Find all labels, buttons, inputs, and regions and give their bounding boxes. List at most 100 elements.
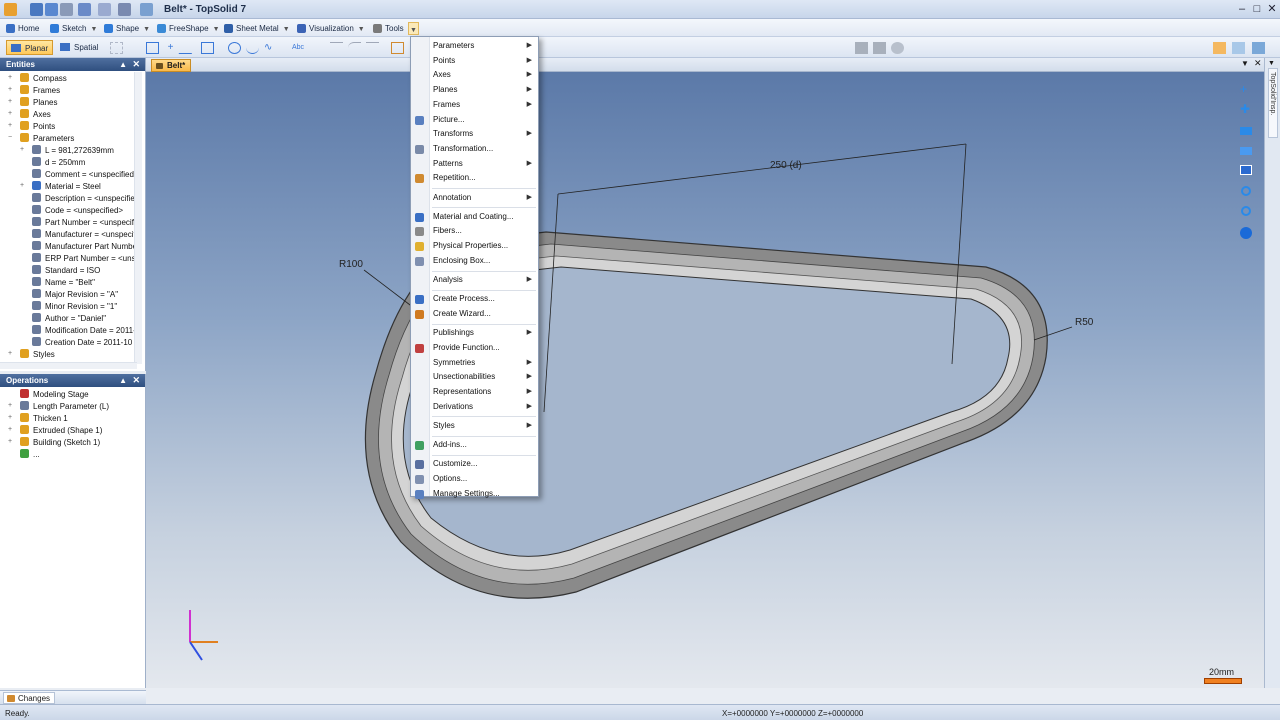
tree-expander-icon[interactable]: + <box>8 350 12 357</box>
chevron-down-icon[interactable]: ▼ <box>283 23 290 36</box>
tree-expander-icon[interactable]: + <box>8 438 12 445</box>
tree-expander-icon[interactable]: − <box>8 134 12 141</box>
tab-shape[interactable]: Shape ▼ <box>104 22 150 35</box>
circle-tool-icon[interactable] <box>228 42 241 54</box>
menu-item[interactable]: Symmetries ▶ <box>411 356 538 370</box>
entity-tree-item[interactable]: Part Number = <unspecified> <box>32 217 136 229</box>
chevron-down-icon[interactable]: ▼ <box>1268 60 1275 67</box>
grid-icon[interactable] <box>110 42 123 54</box>
tab-visualization[interactable]: Visualization ▼ <box>297 22 365 35</box>
entity-tree-item[interactable]: Styles <box>20 349 136 361</box>
close-icon[interactable]: ✕ <box>1265 2 1279 16</box>
offset-tool-icon[interactable] <box>330 42 343 54</box>
menu-item[interactable]: Physical Properties... <box>411 239 538 253</box>
close-icon[interactable]: ✕ <box>132 58 140 71</box>
mode-spatial-button[interactable]: Spatial <box>56 40 102 55</box>
print-icon[interactable] <box>60 3 73 16</box>
tree-expander-icon[interactable]: + <box>8 110 12 117</box>
operation-tree-item[interactable]: Building (Sketch 1) <box>20 437 140 449</box>
tab-home[interactable]: Home <box>6 22 39 35</box>
menu-item[interactable]: Customize... <box>411 457 538 471</box>
menu-item[interactable]: Options... <box>411 472 538 486</box>
tree-expander-icon[interactable]: + <box>8 426 12 433</box>
tab-sheet-metal[interactable]: Sheet Metal ▼ <box>224 22 290 35</box>
camera-icon[interactable] <box>855 42 868 54</box>
trim-tool-icon[interactable] <box>366 42 379 54</box>
menu-item[interactable]: Picture... <box>411 113 538 127</box>
document-tab-belt[interactable]: Belt* <box>151 59 192 72</box>
menu-item[interactable]: Transformation... <box>411 142 538 156</box>
operation-tree-item[interactable]: ... <box>20 449 140 461</box>
save-all-icon[interactable] <box>45 3 58 16</box>
menu-item[interactable]: Points ▶ <box>411 54 538 68</box>
tree-expander-icon[interactable]: + <box>8 402 12 409</box>
save-icon[interactable] <box>30 3 43 16</box>
chevron-down-icon[interactable]: ▼ <box>358 23 365 36</box>
entities-horizontal-scrollbar[interactable] <box>0 362 137 369</box>
entity-tree-item[interactable]: Manufacturer Part Number <box>32 241 136 253</box>
frame-tool-icon[interactable] <box>391 42 404 54</box>
menu-item[interactable]: Derivations ▶ <box>411 400 538 414</box>
menu-item[interactable]: Analysis ▶ <box>411 273 538 287</box>
changes-button[interactable]: Changes <box>3 692 56 704</box>
entity-tree-item[interactable]: Modification Date = 2011-10 <box>32 325 136 337</box>
redo-icon[interactable] <box>98 3 111 16</box>
entity-tree-item[interactable]: Creation Date = 2011-10 <box>32 337 136 349</box>
text-tool-icon[interactable]: Abc <box>292 42 312 54</box>
zoom-fit-icon[interactable] <box>1241 186 1251 196</box>
entity-tree-item[interactable]: Frames <box>20 85 136 97</box>
radius-label-r100[interactable]: R100 <box>339 259 363 270</box>
refresh-icon[interactable] <box>140 3 153 16</box>
pin-icon[interactable]: ▲ <box>119 374 127 387</box>
tab-tools[interactable]: Tools <box>373 22 404 35</box>
zoom-icon[interactable] <box>891 42 904 54</box>
add-view-icon[interactable]: + <box>1240 82 1247 96</box>
undo-icon[interactable] <box>78 3 91 16</box>
app-logo-icon[interactable] <box>4 3 17 16</box>
menu-item[interactable]: Add-ins... <box>411 438 538 452</box>
radius-label-r50[interactable]: R50 <box>1075 317 1093 328</box>
shading-icon[interactable] <box>1240 147 1252 155</box>
display-icon[interactable] <box>1240 127 1252 135</box>
entity-tree-item[interactable]: Compass <box>20 73 136 85</box>
minimize-icon[interactable]: – <box>1235 2 1249 16</box>
view-cube-icon[interactable] <box>1240 227 1252 239</box>
edit-icon[interactable] <box>118 3 131 16</box>
measure-icon[interactable] <box>1232 42 1245 54</box>
close-icon[interactable]: ✕ <box>132 374 140 387</box>
menu-item[interactable]: Material and Coating... <box>411 210 538 224</box>
fillet-tool-icon[interactable] <box>348 42 361 54</box>
menu-item[interactable]: Manage Settings... <box>411 487 538 501</box>
close-document-icon[interactable]: ✕ <box>1254 58 1262 69</box>
window-layout-icon[interactable] <box>1240 165 1252 175</box>
operation-tree-item[interactable]: Extruded (Shape 1) <box>20 425 140 437</box>
slash-tool-icon[interactable] <box>178 42 199 54</box>
menu-item[interactable]: Repetition... <box>411 171 538 185</box>
tab-sketch[interactable]: Sketch ▼ <box>50 22 97 35</box>
tree-expander-icon[interactable]: + <box>8 86 12 93</box>
menu-item[interactable]: Frames ▶ <box>411 98 538 112</box>
menu-item[interactable]: Create Process... <box>411 292 538 306</box>
entity-tree-item[interactable]: Standard = ISO <box>32 265 136 277</box>
3d-viewport[interactable]: 250 (d) R100 R50 20mm + ✚ <box>146 72 1264 688</box>
menu-item[interactable]: Fibers... <box>411 224 538 238</box>
menu-item[interactable]: Transforms ▶ <box>411 127 538 141</box>
menu-item[interactable]: Representations ▶ <box>411 385 538 399</box>
entity-tree-item[interactable]: Description = <unspecified> <box>32 193 136 205</box>
entity-tree-item[interactable]: Author = "Daniel" <box>32 313 136 325</box>
tools-dropdown-button[interactable]: ▼ <box>408 22 419 35</box>
chevron-down-icon[interactable]: ▼ <box>213 23 220 36</box>
menu-item[interactable]: Create Wizard... <box>411 307 538 321</box>
menu-item[interactable]: Planes ▶ <box>411 83 538 97</box>
mode-planar-button[interactable]: Planar <box>6 40 54 55</box>
entity-tree-item[interactable]: ERP Part Number = <unspecified> <box>32 253 136 265</box>
tree-expander-icon[interactable]: + <box>8 414 12 421</box>
tab-freeshape[interactable]: FreeShape ▼ <box>157 22 220 35</box>
entity-tree-item[interactable]: Planes <box>20 97 136 109</box>
entity-tree-item[interactable]: d = 250mm <box>32 157 136 169</box>
entities-vertical-scrollbar[interactable] <box>134 72 142 364</box>
chevron-down-icon[interactable]: ▼ <box>143 23 150 36</box>
menu-item[interactable]: Parameters ▶ <box>411 39 538 53</box>
entity-tree-item[interactable]: Material = Steel <box>32 181 136 193</box>
menu-item[interactable]: Provide Function... <box>411 341 538 355</box>
